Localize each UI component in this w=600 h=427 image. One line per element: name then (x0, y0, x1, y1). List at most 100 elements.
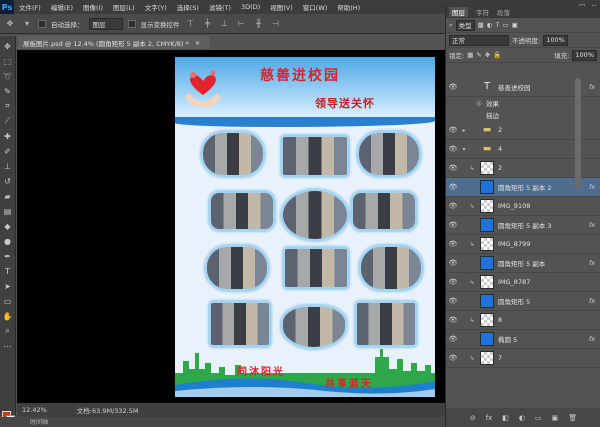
filter-adjust-icon[interactable]: ◐ (487, 21, 493, 29)
layer-name[interactable]: 2 (498, 126, 600, 134)
visibility-eye-icon[interactable]: 👁 (446, 316, 460, 324)
add-mask-icon[interactable]: ◧ (502, 414, 509, 422)
layer-row[interactable]: 👁 ↳ IMG_8787 (446, 273, 600, 292)
layer-name[interactable]: IMG_8799 (498, 240, 600, 248)
visibility-eye-icon[interactable]: 👁 (446, 145, 460, 153)
link-layers-icon[interactable]: ⊖ (470, 414, 476, 422)
auto-select-dropdown[interactable]: 图层 (88, 17, 123, 30)
more-tools-icon[interactable]: ⋯ (2, 340, 14, 352)
move-tool-icon[interactable]: ✥ (2, 40, 14, 52)
layer-row[interactable]: 👁 ↳ 7 (446, 349, 600, 368)
tab-paragraph[interactable]: 段落 (497, 7, 510, 17)
show-transform-checkbox[interactable] (127, 19, 136, 28)
tab-layers[interactable]: 图层 (449, 7, 468, 17)
zoom-level[interactable]: 12.42% (22, 406, 47, 414)
layer-thumbnail[interactable] (480, 199, 494, 213)
effect-eye-icon[interactable]: ◎ (476, 99, 486, 107)
layer-effects-badge[interactable]: fx (589, 259, 600, 267)
visibility-eye-icon[interactable]: 👁 (446, 126, 460, 134)
canvas-area[interactable]: 慈善进校园 领导送关怀 同沐阳光 共享蓝天 (17, 50, 445, 403)
history-brush-icon[interactable]: ↺ (2, 175, 14, 187)
layer-row[interactable]: 👁 ↳ IMG_8799 (446, 235, 600, 254)
quick-select-tool-icon[interactable]: ✎ (2, 85, 14, 97)
filter-shape-icon[interactable]: ▭ (502, 21, 508, 29)
layer-row[interactable]: 👁 圆角矩形 5 fx (446, 292, 600, 311)
hand-tool-icon[interactable]: ✋ (2, 310, 14, 322)
layer-effects-badge[interactable]: fx (589, 335, 600, 343)
layer-name[interactable]: IMG_9108 (498, 202, 600, 210)
visibility-eye-icon[interactable]: 👁 (446, 83, 460, 91)
layer-thumbnail[interactable] (480, 180, 494, 194)
layer-name[interactable]: 7 (498, 354, 600, 362)
layer-name[interactable]: IMG_8787 (498, 278, 600, 286)
pen-tool-icon[interactable]: ✒ (2, 250, 14, 262)
eyedropper-tool-icon[interactable]: ⟋ (2, 115, 14, 127)
lock-pixels-icon[interactable]: ✎ (476, 51, 481, 59)
blend-mode-dropdown[interactable]: 正常 (449, 34, 509, 46)
stamp-tool-icon[interactable]: ⊥ (2, 160, 14, 172)
layer-name[interactable]: 圆角矩形 5 (498, 296, 589, 306)
visibility-eye-icon[interactable]: 👁 (446, 164, 460, 172)
visibility-eye-icon[interactable]: 👁 (446, 354, 460, 362)
dodge-tool-icon[interactable]: ● (2, 235, 14, 247)
visibility-eye-icon[interactable]: 👁 (446, 202, 460, 210)
align-center-icon[interactable]: ╫ (253, 18, 265, 30)
move-tool-icon[interactable]: ✥ (4, 18, 16, 30)
new-group-icon[interactable]: ▭ (535, 414, 542, 422)
gradient-tool-icon[interactable]: ▤ (2, 205, 14, 217)
layer-name[interactable]: 2 (498, 164, 600, 172)
path-select-tool-icon[interactable]: ➤ (2, 280, 14, 292)
align-bottom-icon[interactable]: ⊥ (219, 18, 231, 30)
visibility-eye-icon[interactable]: 👁 (446, 335, 460, 343)
layer-name[interactable]: 圆角矩形 5 副本 (498, 258, 589, 268)
adjustment-layer-icon[interactable]: ◐ (519, 414, 525, 422)
filter-pixel-icon[interactable]: ▦ (478, 21, 484, 29)
layer-thumbnail[interactable] (480, 332, 494, 346)
auto-select-checkbox[interactable] (38, 19, 46, 28)
add-style-icon[interactable]: fx (486, 414, 493, 422)
filter-type-icon[interactable]: T (495, 21, 499, 29)
lock-position-icon[interactable]: ✥ (485, 51, 490, 59)
layer-row[interactable]: 👁 圆角矩形 5 副本 fx (446, 254, 600, 273)
timeline-label[interactable]: 时间轴 (30, 419, 48, 426)
close-tab-icon[interactable]: × (195, 39, 200, 47)
layer-effects-badge[interactable]: fx (589, 221, 600, 229)
menu-image[interactable]: 图像(I) (78, 2, 108, 12)
healing-tool-icon[interactable]: ✚ (2, 130, 14, 142)
layer-effects-badge[interactable]: fx (589, 183, 600, 191)
chevron-down-icon[interactable]: ▾ (21, 18, 33, 30)
layer-thumbnail[interactable] (480, 218, 494, 232)
layer-name[interactable]: 4 (498, 145, 600, 153)
type-tool-icon[interactable]: T (2, 265, 14, 277)
zoom-tool-icon[interactable]: ⌕ (2, 325, 14, 337)
eraser-tool-icon[interactable]: ▰ (2, 190, 14, 202)
layer-name[interactable]: 圆角矩形 5 副本 3 (498, 220, 589, 230)
visibility-eye-icon[interactable]: 👁 (446, 183, 460, 191)
crop-tool-icon[interactable]: ⌗ (2, 100, 14, 112)
layer-thumbnail[interactable] (480, 256, 494, 270)
text-layer-icon[interactable]: T (480, 80, 494, 94)
lock-all-icon[interactable]: 🔒 (493, 51, 501, 59)
layer-row[interactable]: 👁 椭圆 5 fx (446, 330, 600, 349)
layers-scrollbar[interactable] (575, 78, 581, 188)
fill-input[interactable]: 100% (572, 49, 597, 61)
visibility-eye-icon[interactable]: 👁 (446, 297, 460, 305)
layer-thumbnail[interactable] (480, 161, 494, 175)
layer-row[interactable]: 👁 ↳ IMG_9108 (446, 197, 600, 216)
menu-file[interactable]: 文件(F) (14, 2, 46, 12)
layer-row[interactable]: 👁 ↳ 8 (446, 311, 600, 330)
menu-filter[interactable]: 滤镜(T) (204, 2, 236, 12)
menu-select[interactable]: 选择(S) (172, 2, 204, 12)
layer-thumbnail[interactable] (480, 351, 494, 365)
align-middle-icon[interactable]: ╪ (202, 18, 214, 30)
menu-help[interactable]: 帮助(H) (332, 2, 365, 12)
lasso-tool-icon[interactable]: ➰ (2, 70, 14, 82)
layer-name[interactable]: 描边 (486, 110, 600, 120)
new-layer-icon[interactable]: ▣ (552, 414, 559, 422)
menu-type[interactable]: 文字(Y) (140, 2, 172, 12)
folder-icon[interactable]: ▬ (480, 123, 494, 137)
menu-edit[interactable]: 编辑(E) (46, 2, 78, 12)
layer-name[interactable]: 效果 (486, 98, 600, 108)
tab-character[interactable]: 字符 (476, 7, 489, 17)
align-top-icon[interactable]: ⊤ (185, 18, 197, 30)
